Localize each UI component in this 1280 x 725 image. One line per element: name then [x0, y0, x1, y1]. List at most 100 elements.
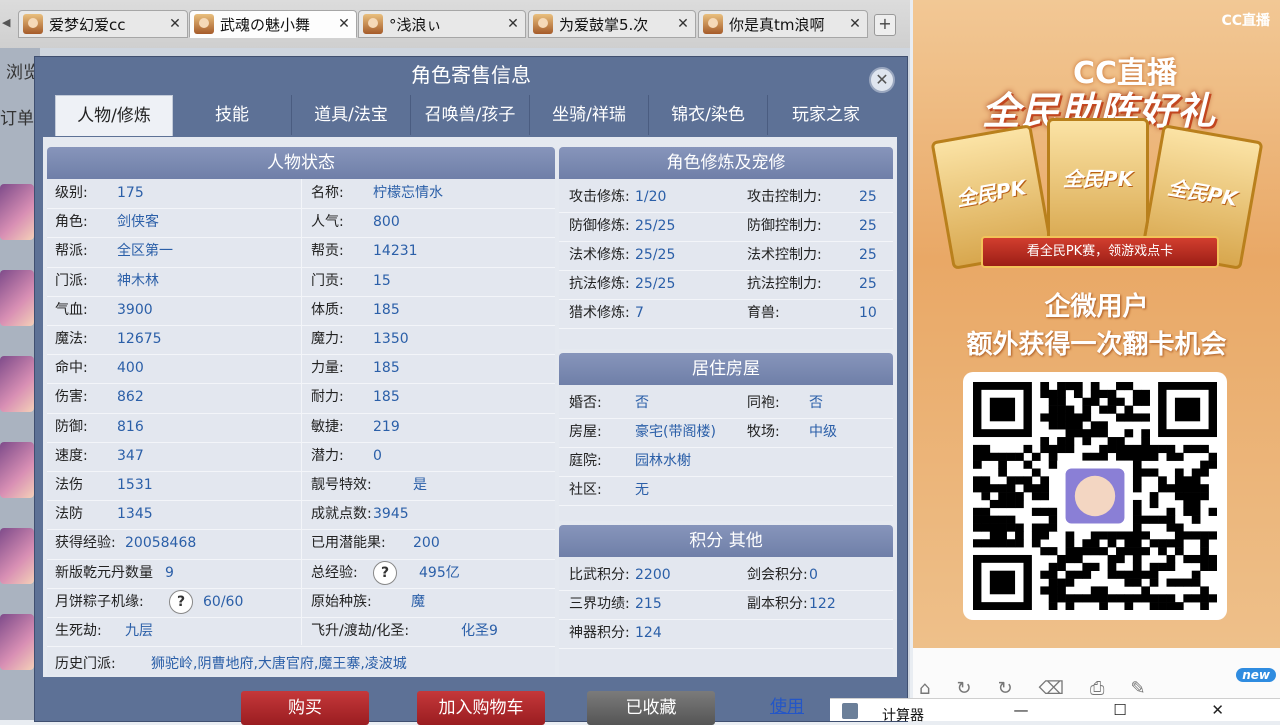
- status-row-left: 获得经验: 20058468: [55, 529, 305, 558]
- status-value: 化圣9: [461, 623, 498, 639]
- tab-items[interactable]: 道具/法宝: [292, 95, 411, 135]
- points-row: [747, 619, 891, 648]
- tab-favicon-icon: [363, 14, 383, 34]
- tab-favicon-icon: [703, 14, 723, 34]
- status-label: 体质:: [311, 301, 344, 318]
- tab-close-icon[interactable]: ✕: [847, 16, 863, 32]
- tab-close-icon[interactable]: ✕: [336, 16, 352, 32]
- status-value: 816: [117, 418, 144, 435]
- browser-tab-active[interactable]: 武魂の魅小舞 ✕: [189, 10, 357, 38]
- status-row-left: 命中: 400: [55, 354, 305, 383]
- housing-label: 婚否:: [569, 395, 602, 411]
- dialog-content: 人物状态 级别: 175 名称: 柠檬忘情水 角色: 剑侠客 人气: 800 帮派: 全区第一 帮贡…: [43, 137, 897, 677]
- points-value: 2200: [635, 567, 671, 583]
- points-panel: 比武积分: 2200 剑会积分:0 三界功绩: 215 副本积分:122 神器积分: 124: [559, 557, 893, 675]
- use-link[interactable]: 使用: [770, 692, 804, 717]
- points-value: 215: [635, 596, 662, 612]
- tab-close-icon[interactable]: ✕: [505, 16, 521, 32]
- status-label: 速度:: [55, 447, 88, 464]
- status-label: 法防: [55, 506, 83, 523]
- status-row-right: 原始种族: 魔: [311, 588, 551, 617]
- tab-skills[interactable]: 技能: [173, 95, 292, 135]
- role-avatar[interactable]: [0, 614, 34, 670]
- browser-tab[interactable]: 为爱鼓掌5.次 ✕: [528, 10, 696, 38]
- status-label: 命中:: [55, 360, 88, 377]
- role-avatar[interactable]: [0, 528, 34, 584]
- status-row-left: 伤害: 862: [55, 383, 305, 412]
- status-label: 生死劫:: [55, 623, 102, 639]
- tab-home[interactable]: 玩家之家: [768, 95, 884, 135]
- help-icon[interactable]: ?: [373, 560, 397, 585]
- cc-live-ad[interactable]: CC直播 CC直播 全民助阵好礼 全民PK 全民PK 全民PK 看全民PK赛，领…: [913, 0, 1280, 648]
- housing-row: 婚否: 否: [569, 389, 749, 418]
- browser-tab[interactable]: °浅浪ぃ ✕: [358, 10, 526, 38]
- housing-value: 否: [635, 395, 649, 411]
- status-row-right: 飞升/渡劫/化圣: 化圣9: [311, 617, 551, 646]
- cultivation-label: 抗法控制力:: [747, 276, 822, 292]
- cultivation-label: 法术控制力:: [747, 247, 822, 263]
- calculator-window[interactable]: 计算器 — ☐ ✕: [830, 698, 1280, 724]
- cultivation-label: 育兽:: [747, 305, 780, 321]
- status-label: 角色:: [55, 214, 88, 231]
- cultivation-row: 猎术修炼: 7: [569, 299, 749, 328]
- cultivation-value: 25/25: [635, 247, 676, 263]
- close-icon[interactable]: ✕: [869, 67, 895, 93]
- role-avatar[interactable]: [0, 356, 34, 412]
- status-label: 门派:: [55, 272, 88, 289]
- tab-scroll-left-icon[interactable]: ◀: [2, 16, 14, 32]
- status-row-right: 靓号特效: 是: [311, 471, 551, 500]
- status-label: 潜力:: [311, 447, 344, 464]
- status-value: 神木林: [117, 272, 159, 289]
- cultivation-label: 攻击修炼:: [569, 189, 630, 205]
- status-label: 总经验:: [311, 564, 358, 581]
- status-label: 防御:: [55, 418, 88, 435]
- status-row-left: 法伤 1531: [55, 471, 305, 500]
- status-value: 15: [373, 272, 391, 289]
- housing-label: 牧场:: [747, 424, 780, 440]
- tab-character[interactable]: 人物/修炼: [55, 95, 173, 136]
- background-order-text[interactable]: 订单: [0, 104, 34, 129]
- status-label: 成就点数:: [311, 506, 372, 523]
- browser-tab[interactable]: 你是真tm浪啊 ✕: [698, 10, 868, 38]
- status-row-left: 帮派: 全区第一: [55, 237, 305, 266]
- status-row-right: 人气: 800: [311, 208, 551, 237]
- tab-title: °浅浪ぃ: [389, 15, 442, 34]
- status-row-right: 名称: 柠檬忘情水: [311, 179, 551, 208]
- points-label: 三界功绩:: [569, 596, 630, 612]
- cultivation-value: 25: [859, 189, 877, 205]
- status-row-left: 魔法: 12675: [55, 325, 305, 354]
- tab-mounts[interactable]: 坐骑/祥瑞: [530, 95, 649, 135]
- status-label: 新版乾元丹数量: [55, 564, 153, 581]
- cultivation-row: 攻击修炼: 1/20: [569, 183, 749, 212]
- tab-close-icon[interactable]: ✕: [675, 16, 691, 32]
- housing-value: 否: [809, 395, 823, 411]
- status-row-right: 帮贡: 14231: [311, 237, 551, 266]
- help-icon[interactable]: ?: [169, 589, 193, 614]
- tab-title: 为爱鼓掌5.次: [559, 15, 649, 34]
- housing-value: 豪宅(带阁楼): [635, 424, 716, 440]
- browser-tab[interactable]: 爱梦幻爱cc ✕: [18, 10, 188, 38]
- points-value: 122: [809, 596, 836, 612]
- status-value: 1531: [117, 477, 153, 493]
- cultivation-row: 抗法控制力: 25: [747, 270, 891, 299]
- cc-live-logo: CC直播: [1221, 13, 1270, 29]
- status-row-right: 潜力: 0: [311, 442, 551, 471]
- points-row: 副本积分:122: [747, 590, 891, 619]
- tab-pets[interactable]: 召唤兽/孩子: [411, 95, 530, 135]
- row-divider: [559, 648, 893, 649]
- role-avatar[interactable]: [0, 270, 34, 326]
- history-label: 历史门派:: [55, 656, 116, 673]
- points-label: 副本积分:: [747, 596, 808, 612]
- status-value: 是: [413, 477, 427, 493]
- tab-outfits[interactable]: 锦衣/染色: [649, 95, 768, 135]
- role-avatar[interactable]: [0, 184, 34, 240]
- status-row-right: 成就点数:3945: [311, 500, 551, 529]
- row-divider: [559, 328, 893, 329]
- window-controls[interactable]: — ☐ ✕: [1013, 701, 1264, 719]
- tab-close-icon[interactable]: ✕: [167, 16, 183, 32]
- status-label: 飞升/渡劫/化圣:: [311, 623, 410, 639]
- new-tab-button[interactable]: +: [874, 14, 896, 36]
- role-avatar[interactable]: [0, 442, 34, 498]
- ad-toolbar-icons[interactable]: ⌂↻↻⌫⎙✎: [919, 678, 1172, 699]
- tab-favicon-icon: [533, 14, 553, 34]
